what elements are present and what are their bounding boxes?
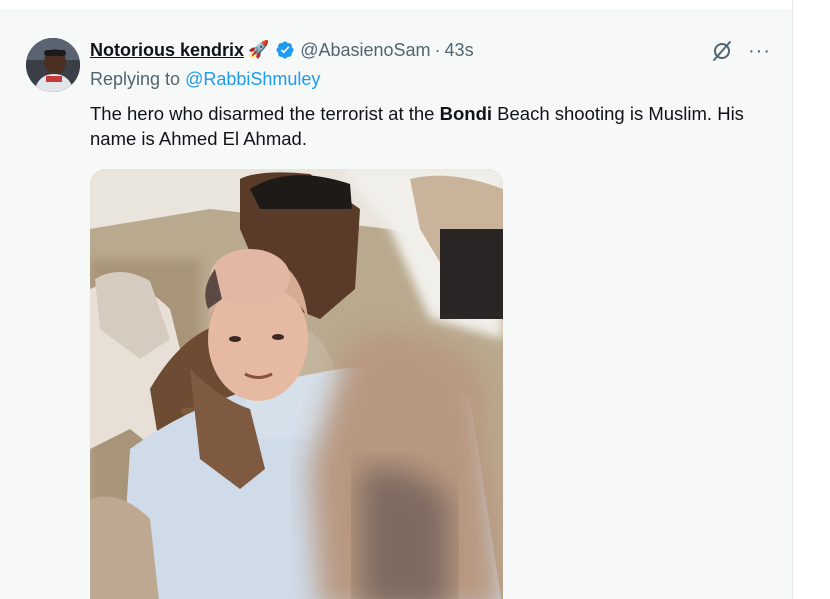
reply-to-handle[interactable]: @RabbiShmuley	[185, 69, 320, 89]
reply-context: Replying to @RabbiShmuley	[90, 69, 320, 90]
tweet-text-bold[interactable]: Bondi	[440, 103, 492, 124]
column-divider	[792, 0, 793, 599]
timestamp[interactable]: 43s	[445, 40, 474, 61]
tweet-text: The hero who disarmed the terrorist at t…	[90, 101, 780, 151]
avatar[interactable]	[26, 38, 80, 92]
verified-badge-icon[interactable]	[275, 40, 295, 60]
tweet-header: Notorious kendrix 🚀 @AbasienoSam · 43s	[90, 38, 474, 62]
tweet-media-video[interactable]	[90, 169, 503, 599]
reply-prefix: Replying to	[90, 69, 181, 89]
page: Notorious kendrix 🚀 @AbasienoSam · 43s ·…	[0, 0, 830, 599]
separator-dot: ·	[434, 39, 441, 60]
tweet-actions: ···	[710, 39, 771, 63]
rocket-emoji-icon: 🚀	[248, 40, 270, 59]
more-icon[interactable]: ···	[748, 41, 771, 61]
display-name[interactable]: Notorious kendrix	[90, 40, 244, 61]
grok-icon[interactable]	[710, 39, 734, 63]
tweet-text-part1: The hero who disarmed the terrorist at t…	[90, 103, 440, 124]
user-handle[interactable]: @AbasienoSam	[300, 40, 430, 61]
video-frame-image	[90, 169, 503, 599]
tweet-card[interactable]: Notorious kendrix 🚀 @AbasienoSam · 43s ·…	[0, 10, 792, 599]
